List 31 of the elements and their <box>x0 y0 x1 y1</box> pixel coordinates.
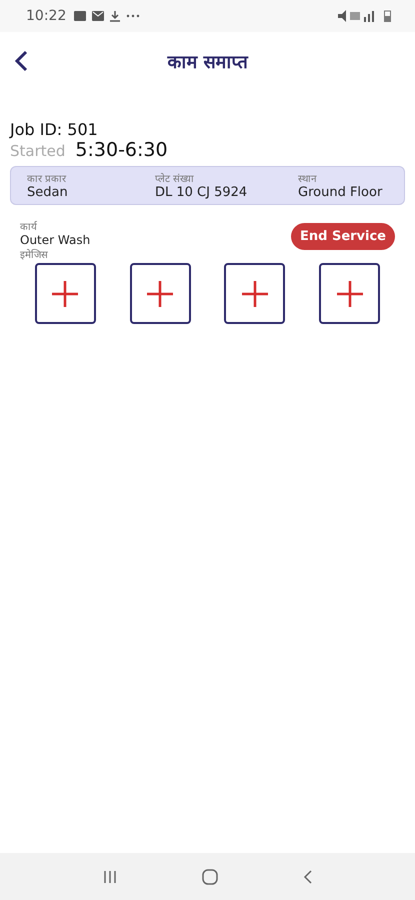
time-range: 5:30-6:30 <box>75 139 168 161</box>
home-icon[interactable] <box>202 868 218 884</box>
recent-apps-icon[interactable] <box>102 870 116 884</box>
add-image-button[interactable] <box>319 263 380 324</box>
started-label: Started <box>10 142 66 160</box>
add-image-button[interactable] <box>34 263 96 324</box>
more-icon <box>126 14 140 18</box>
back-nav-icon[interactable] <box>302 868 312 884</box>
back-icon[interactable] <box>14 50 28 72</box>
page-title: काम समाप्त <box>167 51 248 73</box>
plus-icon <box>50 278 80 308</box>
task-value: Outer Wash <box>20 233 90 247</box>
plus-icon <box>145 278 176 308</box>
download-icon <box>110 10 120 22</box>
plus-icon <box>334 278 365 308</box>
status-time: 10:22 <box>26 8 66 24</box>
detail-label: स्थान <box>298 173 318 185</box>
detail-value: Ground Floor <box>298 185 384 200</box>
battery-icon <box>384 10 391 22</box>
job-id: Job ID: 501 <box>10 120 99 139</box>
mail-icon <box>92 11 104 21</box>
detail-value: Sedan <box>27 185 69 200</box>
images-label: इमेजिस <box>20 248 49 261</box>
detail-label: प्लेट संख्या <box>155 172 196 185</box>
add-image-button[interactable] <box>224 263 286 324</box>
end-service-button[interactable]: End Service <box>290 222 395 250</box>
plus-icon <box>240 278 270 308</box>
task-label: कार्य <box>20 220 38 233</box>
detail-value: DL 10 CJ 5924 <box>155 185 248 200</box>
add-image-button[interactable] <box>130 263 191 324</box>
detail-label: कार प्रकार <box>27 173 68 185</box>
